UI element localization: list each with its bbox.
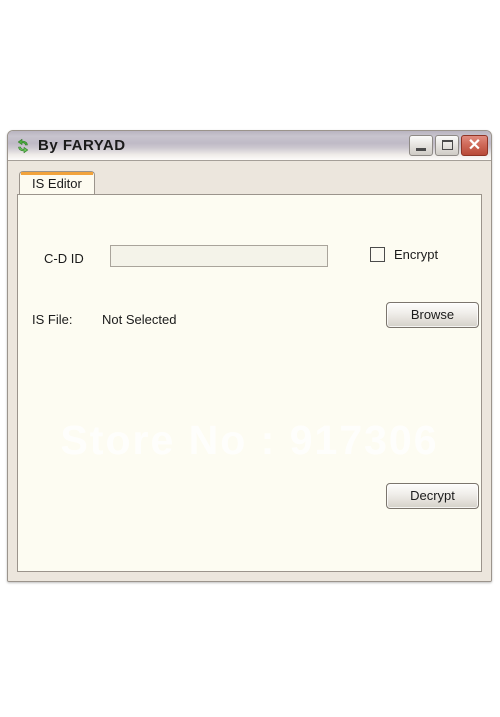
tab-is-editor-label: IS Editor — [32, 176, 82, 191]
close-icon: ✕ — [467, 137, 482, 154]
encrypt-label: Encrypt — [394, 247, 439, 262]
maximize-icon — [442, 140, 453, 150]
cdid-input[interactable] — [110, 245, 328, 267]
close-button[interactable]: ✕ — [461, 135, 488, 156]
tab-is-editor[interactable]: IS Editor — [19, 171, 95, 195]
window-title: By FARYAD — [38, 137, 126, 154]
decrypt-button[interactable]: Decrypt — [386, 483, 479, 509]
browse-button[interactable]: Browse — [386, 302, 479, 328]
cdid-label: C-D ID — [44, 251, 84, 266]
isfile-label: IS File: — [32, 312, 73, 327]
tab-page-is-editor: C-D ID Encrypt IS File: Not Selected Bro… — [17, 194, 482, 572]
store-watermark: Store No : 917306 — [60, 417, 439, 463]
title-bar: By FARYAD ✕ — [8, 131, 491, 161]
encrypt-checkbox-row[interactable]: Encrypt — [370, 247, 438, 262]
isfile-value: Not Selected — [102, 312, 177, 327]
encrypt-checkbox[interactable] — [370, 247, 385, 262]
window-body: IS Editor C-D ID Encrypt IS File: Not Se… — [8, 161, 491, 581]
minimize-icon — [416, 148, 426, 151]
tab-strip: IS Editor — [17, 171, 482, 195]
minimize-button[interactable] — [409, 135, 433, 156]
application-window: By FARYAD ✕ IS Editor C-D ID Encrypt IS … — [7, 130, 492, 582]
maximize-button[interactable] — [435, 135, 459, 156]
recycle-arrows-icon — [17, 138, 29, 153]
